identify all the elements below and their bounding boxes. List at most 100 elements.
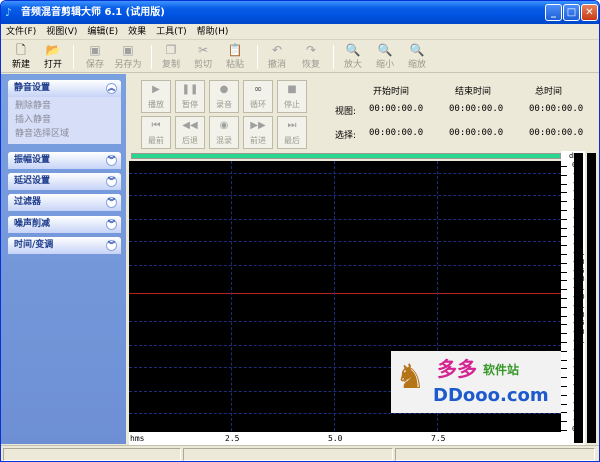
rewind-button[interactable]: ◀◀ 后退 — [175, 116, 205, 149]
cut-button[interactable]: ✂ 剪切 — [189, 42, 217, 72]
db-tick — [561, 289, 567, 291]
overview-position-bar[interactable] — [131, 153, 561, 159]
skip-end-button[interactable]: ⏭ 最后 — [277, 116, 307, 149]
menu-tools[interactable]: 工具(T) — [151, 24, 192, 40]
menu-view[interactable]: 视图(V) — [41, 24, 82, 40]
menu-help[interactable]: 帮助(H) — [192, 24, 234, 40]
fast-forward-button[interactable]: ▶▶ 前进 — [243, 116, 273, 149]
chevron-down-icon[interactable]: ︾ — [106, 197, 117, 208]
view-total-time: 00:00:00.0 — [529, 104, 584, 114]
app-icon: ♪ — [5, 6, 13, 19]
panel-header[interactable]: 噪声削减 ︾ — [8, 216, 121, 233]
redo-icon: ↷ — [305, 43, 317, 57]
grid-line — [129, 345, 561, 346]
new-button[interactable]: 🗋 新建 — [7, 42, 35, 72]
db-tick — [561, 359, 567, 361]
panel-header[interactable]: 过滤器 ︾ — [8, 194, 121, 211]
save-icon: ▣ — [89, 43, 101, 57]
pause-button[interactable]: ❚❚ 暂停 — [175, 80, 205, 113]
db-tick — [561, 298, 567, 299]
ruler-label: hms — [130, 434, 145, 443]
app-window: ♪ 音频混音剪辑大师 6.1 (试用版) _ □ ✕ 文件(F) 视图(V) 编辑(… — [0, 0, 600, 462]
db-tick — [561, 350, 567, 352]
view-start-time: 00:00:00.0 — [369, 104, 424, 114]
chevron-down-icon[interactable]: ︾ — [106, 219, 117, 230]
db-tick — [561, 421, 567, 423]
db-tick — [561, 403, 567, 405]
level-meter-left — [574, 153, 583, 443]
fast-forward-icon: ▶▶ — [250, 120, 266, 131]
zoom-in-button[interactable]: 🔍 放大 — [339, 42, 367, 72]
skip-start-icon: ⏮ — [151, 120, 161, 131]
db-tick — [561, 245, 567, 247]
zoom-fit-button[interactable]: 🔍 缩放 — [403, 42, 431, 72]
view-label: 视图: — [335, 107, 357, 117]
task-silence-selection[interactable]: 静音选择区域 — [15, 127, 121, 141]
menu-file[interactable]: 文件(F) — [1, 24, 41, 40]
play-button[interactable]: ▶ 播放 — [141, 80, 171, 113]
save-as-button[interactable]: ▣ 另存为 — [111, 42, 145, 72]
db-tick — [561, 183, 567, 185]
panel-amplitude: 振幅设置 ︾ — [8, 152, 121, 169]
db-tick — [561, 201, 567, 203]
open-button[interactable]: 📂 打开 — [39, 42, 67, 72]
panel-header[interactable]: 延迟设置 ︾ — [8, 173, 121, 190]
zoom-out-icon: 🔍 — [377, 43, 393, 57]
grid-line — [231, 161, 232, 431]
db-tick — [561, 236, 567, 238]
stop-button[interactable]: ■ 停止 — [277, 80, 307, 113]
grid-line — [129, 195, 561, 196]
close-button[interactable]: ✕ — [581, 4, 598, 21]
redo-button[interactable]: ↷ 恢复 — [297, 42, 325, 72]
copy-icon: ❐ — [165, 43, 177, 57]
ruler-label: 2.5 — [225, 434, 240, 443]
copy-button[interactable]: ❐ 复制 — [157, 42, 185, 72]
minimize-button[interactable]: _ — [545, 4, 562, 21]
skip-start-button[interactable]: ⏮ 最前 — [141, 116, 171, 149]
paste-button[interactable]: 📋 粘贴 — [221, 42, 249, 72]
panel-header[interactable]: 时间/变调 ︾ — [8, 237, 121, 254]
window-title: 音频混音剪辑大师 6.1 (试用版) — [21, 7, 165, 18]
db-tick — [561, 324, 567, 326]
header-end-time: 结束时间 — [455, 87, 492, 97]
stop-icon: ■ — [287, 84, 297, 95]
db-tick — [561, 174, 567, 176]
menu-edit[interactable]: 编辑(E) — [82, 24, 123, 40]
undo-button[interactable]: ↶ 撤消 — [263, 42, 291, 72]
zoom-in-icon: 🔍 — [345, 43, 361, 57]
menu-effects[interactable]: 效果 — [123, 24, 151, 40]
zoom-out-button[interactable]: 🔍 缩小 — [371, 42, 399, 72]
panel-header[interactable]: 静音设置 ︽ — [8, 80, 121, 97]
db-tick — [561, 342, 567, 343]
chevron-down-icon[interactable]: ︾ — [106, 155, 117, 166]
record-button[interactable]: ● 录音 — [209, 80, 239, 113]
save-button[interactable]: ▣ 保存 — [81, 42, 109, 72]
chevron-down-icon[interactable]: ︾ — [106, 176, 117, 187]
horse-logo-icon: ♞ — [395, 357, 426, 397]
waveform-centerline — [129, 293, 561, 294]
menu-bar: 文件(F) 视图(V) 编辑(E) 效果 工具(T) 帮助(H) — [1, 24, 599, 40]
task-delete-silence[interactable]: 删除静音 — [15, 99, 121, 113]
task-insert-silence[interactable]: 插入静音 — [15, 113, 121, 127]
mix-record-button[interactable]: ◉ 混录 — [209, 116, 239, 149]
maximize-button[interactable]: □ — [563, 4, 580, 21]
rewind-icon: ◀◀ — [182, 120, 198, 131]
panel-header[interactable]: 振幅设置 ︾ — [8, 152, 121, 169]
grid-line — [129, 413, 561, 414]
chevron-down-icon[interactable]: ︾ — [106, 240, 117, 251]
loop-icon: ∞ — [253, 84, 263, 95]
zoom-fit-icon: 🔍 — [409, 43, 425, 57]
db-tick — [561, 227, 567, 229]
title-bar: ♪ 音频混音剪辑大师 6.1 (试用版) _ □ ✕ — [1, 1, 599, 24]
scissors-icon: ✂ — [197, 43, 209, 57]
grid-line — [334, 161, 335, 431]
status-pane — [395, 448, 595, 461]
panel-noise-reduction: 噪声削减 ︾ — [8, 216, 121, 233]
level-meter-right — [587, 153, 596, 443]
loop-button[interactable]: ∞ 循环 — [243, 80, 273, 113]
time-ruler[interactable]: hms 2.5 5.0 7.5 — [129, 431, 561, 445]
chevron-up-icon[interactable]: ︽ — [106, 83, 117, 94]
selection-label: 选择: — [335, 131, 357, 141]
db-tick — [561, 262, 567, 264]
pause-icon: ❚❚ — [181, 84, 199, 95]
